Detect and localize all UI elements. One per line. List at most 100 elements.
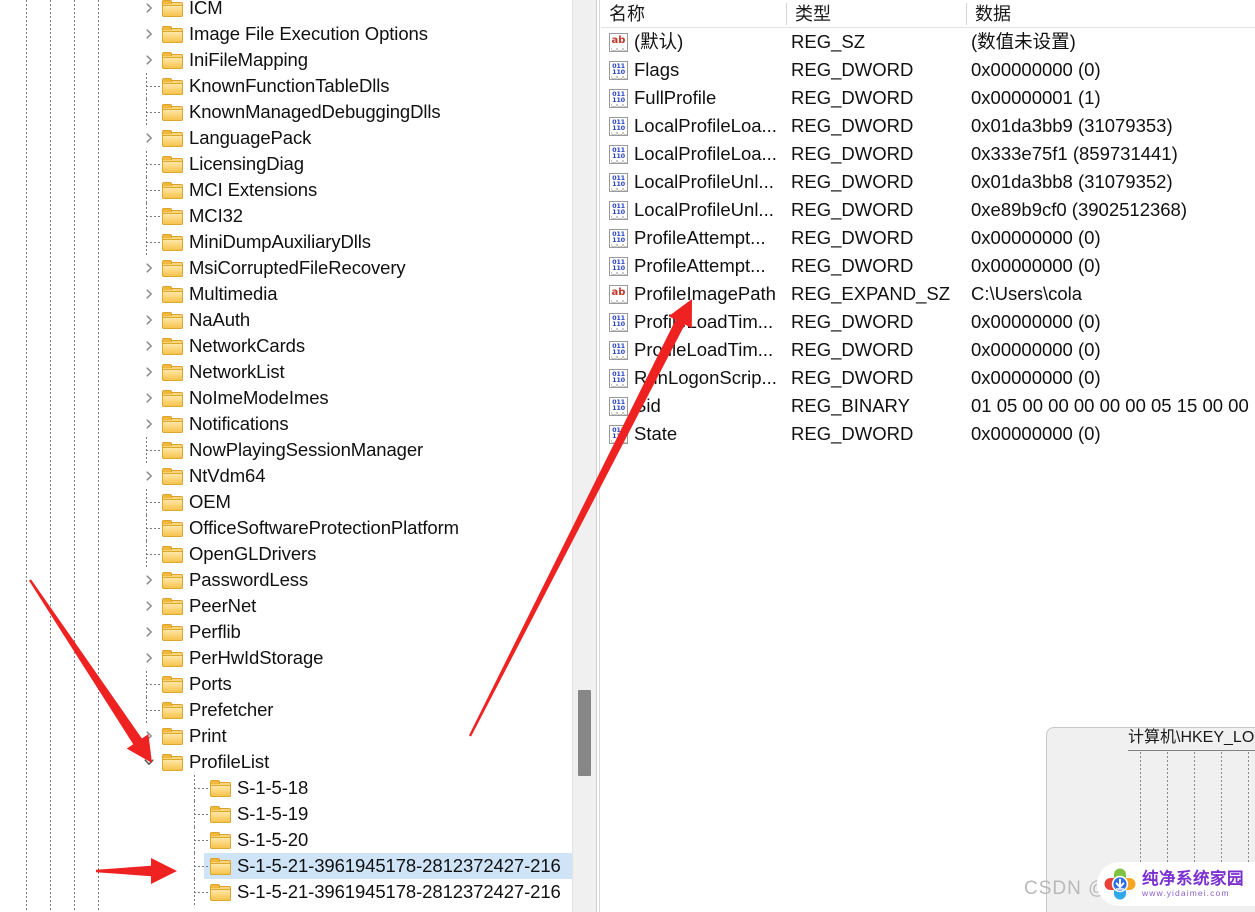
value-type: REG_BINARY	[791, 395, 910, 416]
tree-item-label: LanguagePack	[189, 127, 312, 148]
value-row[interactable]: ab (默认) REG_SZ (数值未设置)	[601, 28, 1255, 56]
value-row[interactable]: 011 110 FullProfile REG_DWORD 0x00000001 (1)	[601, 84, 1255, 112]
tree-item[interactable]: MCI Extensions	[0, 177, 572, 203]
chevron-right-icon[interactable]	[140, 307, 158, 333]
chevron-right-icon[interactable]	[140, 0, 158, 21]
column-header-name[interactable]: 名称	[601, 0, 786, 28]
tree-item[interactable]: NtVdm64	[0, 463, 572, 489]
tree-item[interactable]: IniFileMapping	[0, 47, 572, 73]
dword-value-icon: 011 110	[609, 341, 628, 360]
tree-guide-line	[146, 528, 160, 529]
tree-item-label: NaAuth	[189, 309, 251, 330]
tree-item[interactable]: Multimedia	[0, 281, 572, 307]
chevron-right-icon[interactable]	[140, 359, 158, 385]
tree-guide-line	[194, 840, 208, 841]
value-row[interactable]: 011 110 ProfileAttempt... REG_DWORD 0x000000…	[601, 224, 1255, 252]
tree-item[interactable]: PerHwIdStorage	[0, 645, 572, 671]
tree-item-label: Ports	[189, 673, 232, 694]
value-row[interactable]: 011 110 RunLogonScrip... REG_DWORD 0x0000000…	[601, 364, 1255, 392]
column-header-data[interactable]: 数据	[967, 0, 1255, 28]
tree-item[interactable]: ICM	[0, 0, 572, 21]
chevron-right-icon[interactable]	[140, 463, 158, 489]
chevron-right-icon[interactable]	[140, 645, 158, 671]
tree-item[interactable]: ProfileList	[0, 749, 572, 775]
value-row[interactable]: 011 110 LocalProfileUnl... REG_DWORD 0xe89b9…	[601, 196, 1255, 224]
chevron-right-icon[interactable]	[140, 593, 158, 619]
column-header-type[interactable]: 类型	[787, 0, 966, 28]
value-row[interactable]: 011 110 ProfileLoadTim... REG_DWORD 0x000000…	[601, 308, 1255, 336]
tree-item[interactable]: Ports	[0, 671, 572, 697]
tree-item[interactable]: S-1-5-19	[0, 801, 572, 827]
value-row[interactable]: 011 110 ProfileLoadTim... REG_DWORD 0x000000…	[601, 336, 1255, 364]
tree-item[interactable]: MiniDumpAuxiliaryDlls	[0, 229, 572, 255]
chevron-right-icon[interactable]	[140, 333, 158, 359]
dword-value-icon: 011 110	[609, 61, 628, 80]
tree-item[interactable]: KnownManagedDebuggingDlls	[0, 99, 572, 125]
tree-item[interactable]: MCI32	[0, 203, 572, 229]
tree-item-label: NoImeModeImes	[189, 387, 329, 408]
tree-item[interactable]: OpenGLDrivers	[0, 541, 572, 567]
tree-item[interactable]: PasswordLess	[0, 567, 572, 593]
value-type: REG_DWORD	[791, 311, 914, 332]
tree-item[interactable]: NowPlayingSessionManager	[0, 437, 572, 463]
tree-item-label: NowPlayingSessionManager	[189, 439, 424, 460]
value-row[interactable]: 011 110 LocalProfileLoa... REG_DWORD 0x333e7…	[601, 140, 1255, 168]
value-name: Sid	[634, 395, 661, 416]
chevron-right-icon[interactable]	[140, 411, 158, 437]
tree-item[interactable]: S-1-5-21-3961945178-2812372427-216	[0, 853, 572, 879]
tree-item[interactable]: Notifications	[0, 411, 572, 437]
chevron-right-icon[interactable]	[140, 723, 158, 749]
tree-item[interactable]: S-1-5-21-3961945178-2812372427-216	[0, 879, 572, 905]
value-name: LocalProfileLoa...	[634, 115, 777, 136]
tree-item[interactable]: OEM	[0, 489, 572, 515]
tree-item-label: KnownManagedDebuggingDlls	[189, 101, 441, 122]
tree-item[interactable]: NetworkCards	[0, 333, 572, 359]
tree-item[interactable]: Print	[0, 723, 572, 749]
tree-item[interactable]: NaAuth	[0, 307, 572, 333]
value-row[interactable]: 011 110 Sid REG_BINARY 01 05 00 00 00 00 00 …	[601, 392, 1255, 420]
chevron-right-icon[interactable]	[140, 255, 158, 281]
registry-key-tree[interactable]: ICM Image File Execution Options IniFileMa…	[0, 0, 572, 912]
value-data: 0x00000000 (0)	[971, 59, 1101, 80]
tree-guide-line	[194, 814, 208, 815]
tree-item[interactable]: OfficeSoftwareProtectionPlatform	[0, 515, 572, 541]
tree-item[interactable]: Prefetcher	[0, 697, 572, 723]
chevron-right-icon[interactable]	[140, 567, 158, 593]
tree-item[interactable]: MsiCorruptedFileRecovery	[0, 255, 572, 281]
tree-item[interactable]: Perflib	[0, 619, 572, 645]
value-row[interactable]: 011 110 ProfileAttempt... REG_DWORD 0x000000…	[601, 252, 1255, 280]
pane-splitter[interactable]	[596, 0, 600, 912]
chevron-down-icon[interactable]	[140, 749, 158, 775]
background-address-bar[interactable]: 计算机\HKEY_LOC	[1128, 727, 1255, 753]
tree-item-label: LicensingDiag	[189, 153, 304, 174]
tree-item[interactable]: PeerNet	[0, 593, 572, 619]
tree-item[interactable]: S-1-5-18	[0, 775, 572, 801]
value-row[interactable]: ab ProfileImagePath REG_EXPAND_SZ C:\Users\…	[601, 280, 1255, 308]
chevron-right-icon[interactable]	[140, 281, 158, 307]
tree-item-label: Notifications	[189, 413, 289, 434]
chevron-right-icon[interactable]	[140, 619, 158, 645]
chevron-right-icon[interactable]	[140, 125, 158, 151]
tree-item[interactable]: NoImeModeImes	[0, 385, 572, 411]
tree-item[interactable]: NetworkList	[0, 359, 572, 385]
tree-vertical-scrollbar[interactable]	[572, 0, 596, 912]
tree-item[interactable]: LanguagePack	[0, 125, 572, 151]
value-row[interactable]: 011 110 LocalProfileUnl... REG_DWORD 0x01da3…	[601, 168, 1255, 196]
tree-guide-line	[146, 242, 160, 243]
folder-icon	[162, 597, 183, 615]
value-row[interactable]: 011 110 State REG_DWORD 0x00000000 (0)	[601, 420, 1255, 448]
value-row[interactable]: 011 110 Flags REG_DWORD 0x00000000 (0)	[601, 56, 1255, 84]
tree-item-label: MCI32	[189, 205, 243, 226]
scrollbar-thumb[interactable]	[578, 690, 591, 776]
tree-item[interactable]: LicensingDiag	[0, 151, 572, 177]
tree-item[interactable]: S-1-5-20	[0, 827, 572, 853]
tree-item-label: IniFileMapping	[189, 49, 308, 70]
tree-item[interactable]: Image File Execution Options	[0, 21, 572, 47]
value-row[interactable]: 011 110 LocalProfileLoa... REG_DWORD 0x01da3…	[601, 112, 1255, 140]
chevron-right-icon[interactable]	[140, 21, 158, 47]
chevron-right-icon[interactable]	[140, 385, 158, 411]
tree-item-label: S-1-5-21-3961945178-2812372427-216	[237, 881, 561, 902]
chevron-right-icon[interactable]	[140, 47, 158, 73]
folder-icon	[162, 181, 183, 199]
tree-item[interactable]: KnownFunctionTableDlls	[0, 73, 572, 99]
